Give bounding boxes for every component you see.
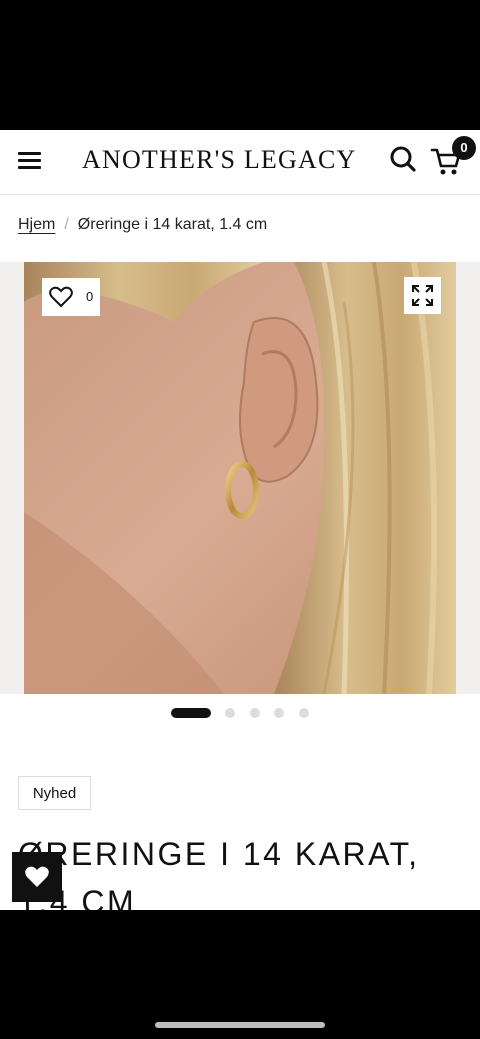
product-photo-illustration — [24, 262, 456, 694]
pagination-dot[interactable] — [225, 708, 235, 718]
home-indicator — [155, 1022, 325, 1028]
wishlist-button[interactable]: 0 — [42, 278, 100, 316]
menu-icon[interactable] — [18, 150, 42, 170]
zoom-button[interactable] — [404, 277, 441, 314]
new-badge: Nyhed — [18, 776, 91, 810]
pagination-dot[interactable] — [250, 708, 260, 718]
pagination-dot[interactable] — [274, 708, 284, 718]
site-header: ANOTHER'S LEGACY 0 — [0, 130, 480, 195]
heart-icon — [49, 286, 73, 308]
breadcrumb-separator: / — [64, 216, 69, 233]
cart-count-badge: 0 — [452, 136, 476, 160]
wishlist-count: 0 — [86, 289, 94, 304]
status-bar-area — [0, 0, 480, 130]
product-image[interactable] — [24, 262, 456, 694]
pagination-dot[interactable] — [299, 708, 309, 718]
breadcrumb-home-link[interactable]: Hjem — [18, 216, 55, 233]
breadcrumb-current: Øreringe i 14 karat, 1.4 cm — [77, 216, 268, 233]
search-icon[interactable] — [389, 145, 417, 173]
product-page: ANOTHER'S LEGACY 0 Hjem / Øreringe i 14 ka… — [0, 130, 480, 910]
wishlist-floating-button[interactable] — [12, 852, 62, 902]
product-gallery[interactable]: 0 — [0, 262, 480, 694]
gallery-pagination — [0, 706, 480, 720]
pagination-dot-active[interactable] — [171, 708, 211, 718]
expand-icon — [412, 285, 433, 306]
product-title: Øreringe i 14 karat, 1.4 cm — [18, 836, 420, 910]
heart-filled-icon — [25, 866, 49, 887]
breadcrumb: Hjem / Øreringe i 14 karat, 1.4 cm — [18, 215, 267, 235]
site-logo[interactable]: ANOTHER'S LEGACY — [82, 144, 357, 176]
